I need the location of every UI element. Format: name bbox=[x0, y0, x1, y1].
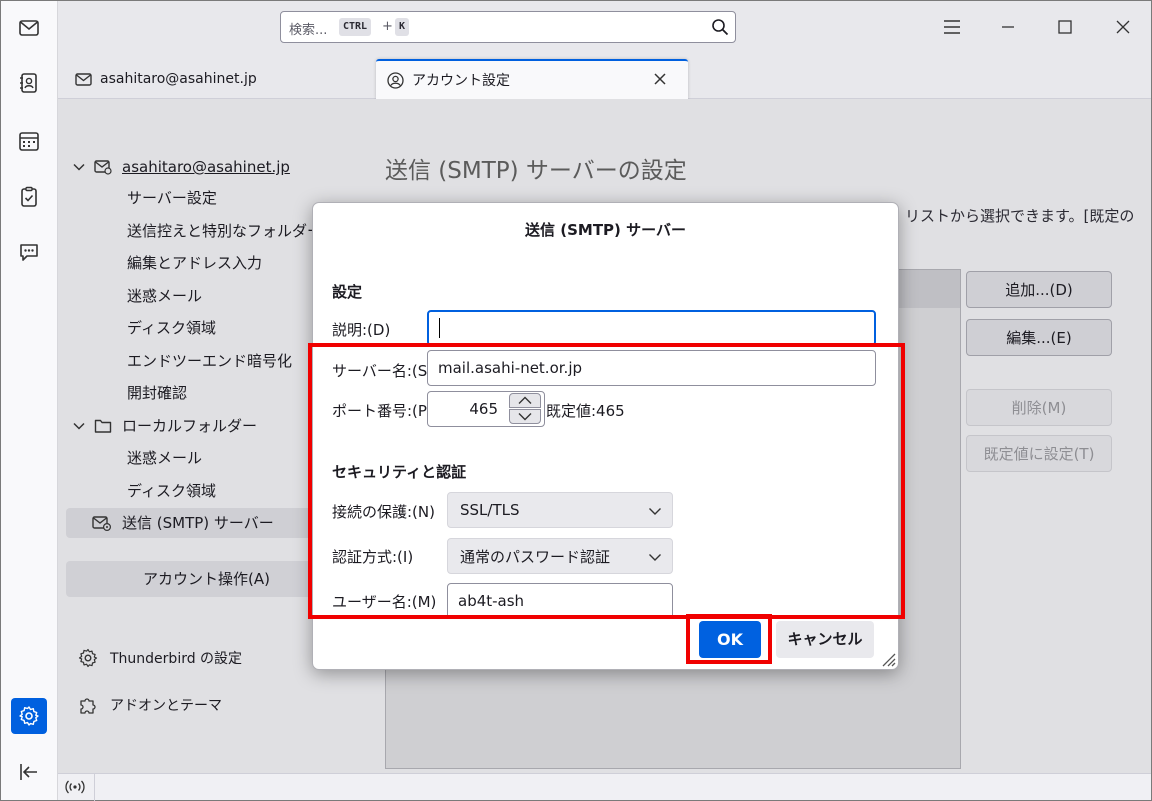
status-divider bbox=[94, 774, 95, 801]
tab-mail-label: asahitaro@asahinet.jp bbox=[100, 71, 257, 87]
online-status-icon[interactable] bbox=[64, 778, 86, 796]
edit-server-button[interactable]: 編集...(E) bbox=[966, 319, 1112, 356]
account-icon bbox=[387, 71, 404, 89]
settings-heading: 設定 bbox=[332, 283, 363, 301]
tab-account-label: アカウント設定 bbox=[412, 73, 510, 89]
tree-item-server-settings[interactable]: サーバー設定 bbox=[127, 183, 217, 213]
settings-gear-icon[interactable] bbox=[11, 698, 47, 734]
chat-icon[interactable] bbox=[11, 234, 47, 270]
search-placeholder: 検索... bbox=[289, 23, 328, 38]
tree-account-label: asahitaro@asahinet.jp bbox=[122, 158, 290, 176]
highlight-box-ok bbox=[686, 614, 772, 664]
account-mail-icon bbox=[94, 160, 112, 175]
thunderbird-settings-link[interactable]: Thunderbird の設定 bbox=[78, 646, 242, 670]
tab-account-settings[interactable]: アカウント設定 bbox=[376, 59, 688, 99]
tree-item-receipts[interactable]: 開封確認 bbox=[127, 378, 187, 408]
tree-label: 迷惑メール bbox=[127, 449, 203, 467]
page-title: 送信 (SMTP) サーバーの設定 bbox=[385, 158, 687, 184]
description-field[interactable] bbox=[427, 310, 876, 346]
mail-icon[interactable] bbox=[11, 10, 47, 46]
resize-grip-icon[interactable] bbox=[878, 649, 896, 667]
close-tab-icon[interactable] bbox=[652, 71, 668, 87]
tree-label: 迷惑メール bbox=[127, 287, 203, 305]
collapse-toolbar-icon[interactable] bbox=[11, 754, 47, 790]
search-icon[interactable] bbox=[711, 18, 729, 36]
tab-mail[interactable]: asahitaro@asahinet.jp bbox=[73, 59, 363, 99]
set-default-button[interactable]: 既定値に設定(T) bbox=[966, 435, 1112, 472]
tree-smtp-label: 送信 (SMTP) サーバー bbox=[122, 514, 274, 532]
add-server-button[interactable]: 追加...(D) bbox=[966, 271, 1112, 308]
tree-item-e2e[interactable]: エンドツーエンド暗号化 bbox=[127, 346, 292, 376]
shortcut-key-ctrl: CTRL bbox=[339, 18, 372, 36]
minimize-icon[interactable] bbox=[993, 12, 1023, 42]
tree-label: 編集とアドレス入力 bbox=[127, 254, 263, 272]
tree-label: 開封確認 bbox=[127, 384, 188, 402]
calendar-icon[interactable] bbox=[11, 123, 47, 159]
tree-item-local-junk[interactable]: 迷惑メール bbox=[127, 443, 202, 473]
account-actions-button[interactable]: アカウント操作(A) bbox=[66, 561, 347, 597]
chevron-down-icon[interactable] bbox=[72, 419, 86, 433]
shortcut-plus: + bbox=[382, 19, 393, 34]
outgoing-server-icon bbox=[92, 516, 112, 532]
chevron-down-icon[interactable] bbox=[72, 160, 86, 174]
close-window-icon[interactable] bbox=[1108, 12, 1138, 42]
folder-icon bbox=[94, 419, 112, 433]
tree-label: エンドツーエンド暗号化 bbox=[127, 352, 293, 370]
addons-themes-label: アドオンとテーマ bbox=[110, 698, 222, 714]
tree-label: サーバー設定 bbox=[127, 189, 217, 207]
app-window: 検索... CTRL + K asahitaro@asahinet.jp アカウ… bbox=[0, 0, 1152, 801]
tree-label: ディスク領域 bbox=[127, 319, 216, 337]
tree-item-junk[interactable]: 迷惑メール bbox=[127, 281, 202, 311]
tree-item-disk-space[interactable]: ディスク領域 bbox=[127, 313, 216, 343]
status-bar bbox=[58, 773, 1151, 801]
description-label: 説明:(D) bbox=[332, 321, 391, 339]
tree-label: ディスク領域 bbox=[127, 482, 216, 500]
spaces-toolbar bbox=[1, 1, 58, 800]
tree-item-composition[interactable]: 編集とアドレス入力 bbox=[127, 248, 262, 278]
tree-item-smtp[interactable]: 送信 (SMTP) サーバー bbox=[66, 508, 346, 538]
title-bar: 検索... CTRL + K bbox=[58, 1, 1151, 53]
thunderbird-settings-label: Thunderbird の設定 bbox=[110, 651, 243, 667]
shortcut-key-k: K bbox=[395, 18, 410, 36]
search-input[interactable]: 検索... CTRL + K bbox=[280, 11, 736, 43]
dialog-title: 送信 (SMTP) サーバー bbox=[525, 221, 686, 239]
mail-icon bbox=[75, 72, 92, 86]
tree-item-local-disk[interactable]: ディスク領域 bbox=[127, 476, 216, 506]
tree-local-label: ローカルフォルダー bbox=[122, 417, 258, 435]
page-description: リストから選択できます。[既定の bbox=[905, 207, 1135, 225]
tree-item-copies-folders[interactable]: 送信控えと特別なフォルダー bbox=[127, 216, 322, 246]
tasks-icon[interactable] bbox=[11, 179, 47, 215]
app-menu-icon[interactable] bbox=[937, 12, 967, 42]
tab-bar: asahitaro@asahinet.jp アカウント設定 bbox=[58, 53, 1151, 99]
tree-label: 送信控えと特別なフォルダー bbox=[127, 222, 323, 240]
puzzle-icon bbox=[80, 698, 96, 714]
text-caret bbox=[439, 318, 440, 338]
maximize-icon[interactable] bbox=[1050, 12, 1080, 42]
gear-icon bbox=[78, 648, 98, 668]
addons-themes-link[interactable]: アドオンとテーマ bbox=[78, 693, 222, 717]
address-book-icon[interactable] bbox=[11, 65, 47, 101]
delete-server-button[interactable]: 削除(M) bbox=[966, 389, 1112, 426]
cancel-button[interactable]: キャンセル bbox=[776, 621, 874, 658]
highlight-box-settings bbox=[308, 343, 905, 619]
